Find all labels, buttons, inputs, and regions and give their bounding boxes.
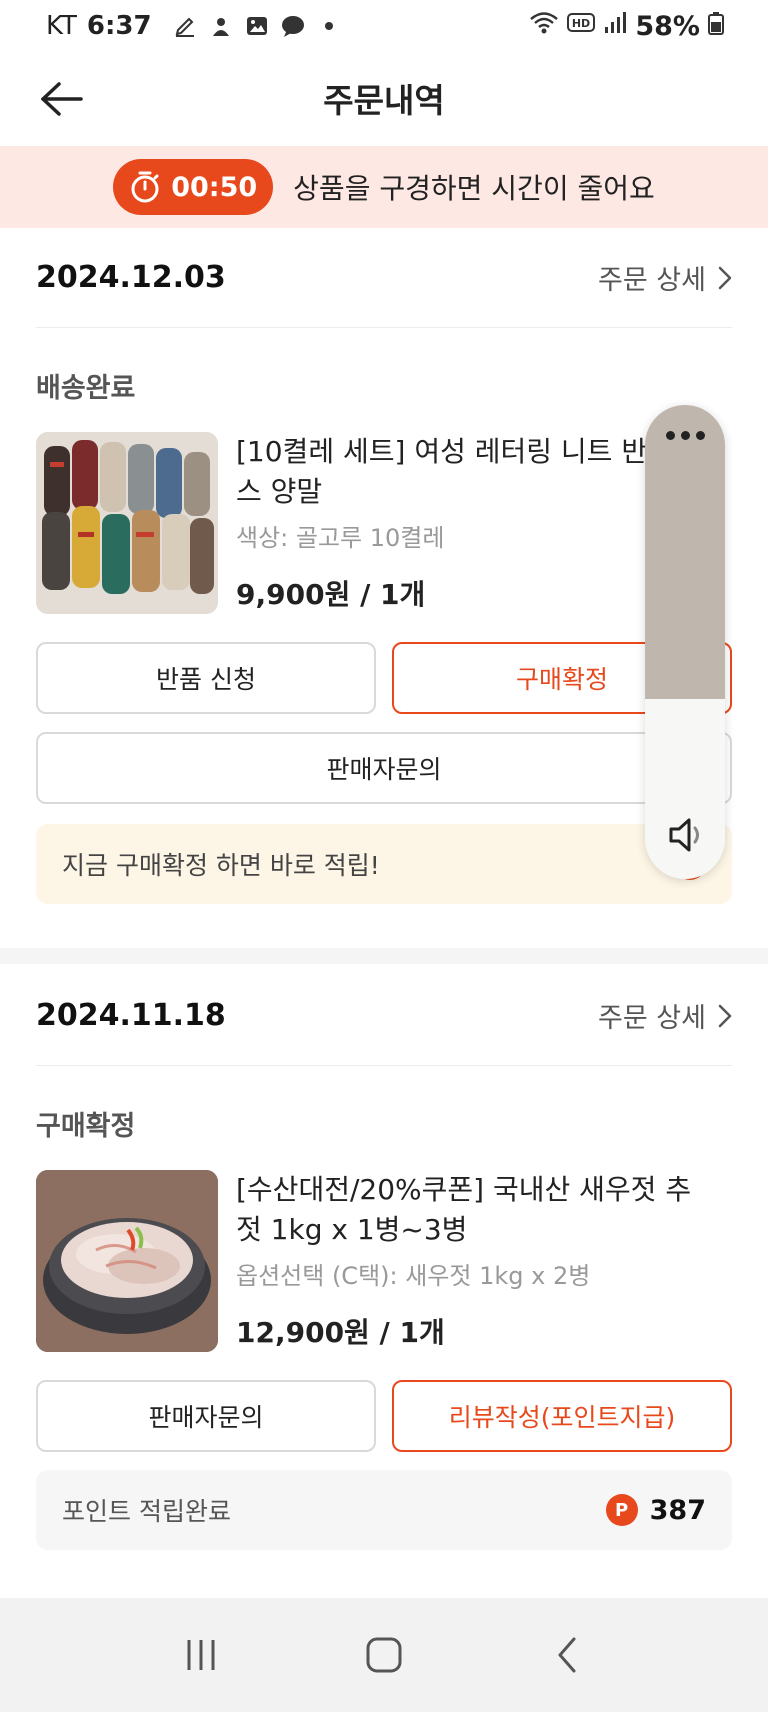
page-title: 주문내역 bbox=[323, 81, 445, 120]
status-bar: KT 6:37 HD 58% bbox=[0, 0, 768, 52]
carrier-label: KT bbox=[46, 11, 77, 41]
seller-inquiry-button[interactable]: 판매자문의 bbox=[36, 732, 732, 804]
wifi-icon bbox=[529, 10, 559, 43]
order-detail-label: 주문 상세 bbox=[598, 1003, 706, 1034]
timer-badge: 00:50 bbox=[113, 159, 274, 215]
svg-text:HD: HD bbox=[572, 17, 590, 30]
order-status: 배송완료 bbox=[36, 373, 136, 404]
chevron-right-icon bbox=[718, 1004, 732, 1027]
product-name-line2: 젓 1kg x 1병~3병 bbox=[236, 1213, 468, 1246]
product-option: 옵션선택 (C택): 새우젓 1kg x 2병 bbox=[236, 1262, 591, 1290]
arrow-left-icon bbox=[41, 82, 83, 116]
points-hint-box: 지금 구매확정 하면 바로 적립! P bbox=[36, 824, 732, 904]
home-button[interactable] bbox=[354, 1625, 414, 1685]
product-image[interactable] bbox=[36, 1170, 218, 1352]
product-price: 9,900원 / 1개 bbox=[236, 578, 426, 611]
order-status: 구매확정 bbox=[36, 1111, 136, 1142]
order-header: 2024.11.18 주문 상세 bbox=[36, 966, 732, 1066]
home-icon bbox=[366, 1637, 402, 1673]
order-card: 2024.11.18 주문 상세 구매확정 [수산대전/20%쿠폰] 국내산 새… bbox=[0, 966, 768, 1586]
write-review-button[interactable]: 리뷰작성(포인트지급) bbox=[392, 1380, 732, 1452]
points-earned-right: P 387 bbox=[605, 1494, 706, 1526]
speaker-icon[interactable] bbox=[663, 811, 711, 859]
dot-icon bbox=[316, 13, 342, 39]
timer-banner[interactable]: 00:50 상품을 구경하면 시간이 줄어요 bbox=[0, 146, 768, 228]
return-request-button[interactable]: 반품 신청 bbox=[36, 642, 376, 714]
app-bar: 주문내역 bbox=[0, 52, 768, 144]
recent-apps-icon bbox=[187, 1640, 215, 1670]
order-detail-link[interactable]: 주문 상세 bbox=[598, 996, 732, 1035]
points-hint-text: 지금 구매확정 하면 바로 적립! bbox=[62, 851, 380, 880]
point-icon: P bbox=[605, 1494, 638, 1526]
timer-value: 00:50 bbox=[171, 171, 258, 203]
battery-icon bbox=[708, 11, 724, 42]
edit-icon bbox=[172, 13, 198, 39]
product-name-line1: [수산대전/20%쿠폰] 국내산 새우젓 추 bbox=[236, 1173, 692, 1206]
chat-icon bbox=[280, 13, 306, 39]
product-price: 12,900원 / 1개 bbox=[236, 1316, 445, 1349]
seller-inquiry-button[interactable]: 판매자문의 bbox=[36, 1380, 376, 1452]
section-divider bbox=[0, 948, 768, 964]
more-dots-icon[interactable] bbox=[645, 431, 725, 440]
back-nav-icon bbox=[558, 1637, 576, 1673]
back-nav-button[interactable] bbox=[537, 1625, 597, 1685]
product-image[interactable] bbox=[36, 432, 218, 614]
system-nav-bar bbox=[0, 1598, 768, 1712]
order-date: 2024.11.18 bbox=[36, 998, 226, 1033]
status-right: HD 58% bbox=[529, 10, 724, 43]
recent-apps-button[interactable] bbox=[171, 1625, 231, 1685]
back-button[interactable] bbox=[36, 74, 86, 124]
points-earned-text: 포인트 적립완료 bbox=[62, 1497, 231, 1526]
stopwatch-icon bbox=[131, 171, 159, 203]
order-detail-label: 주문 상세 bbox=[598, 265, 706, 296]
timer-message: 상품을 구경하면 시간이 줄어요 bbox=[293, 172, 655, 205]
battery-percent: 58% bbox=[635, 10, 700, 42]
clock: 6:37 bbox=[86, 11, 152, 41]
signal-icon bbox=[603, 11, 627, 42]
order-date: 2024.12.03 bbox=[36, 260, 226, 295]
volume-level-fill[interactable] bbox=[645, 405, 725, 699]
product-option: 색상: 골고루 10켤레 bbox=[236, 524, 445, 552]
product-name[interactable]: [수산대전/20%쿠폰] 국내산 새우젓 추 젓 1kg x 1병~3병 bbox=[236, 1170, 726, 1250]
status-left: KT 6:37 bbox=[46, 11, 342, 41]
assistant-icon bbox=[208, 13, 234, 39]
chevron-right-icon bbox=[718, 266, 732, 289]
hd-icon: HD bbox=[567, 11, 596, 42]
order-header: 2024.12.03 주문 상세 bbox=[36, 228, 732, 328]
points-value: 387 bbox=[649, 1494, 706, 1526]
volume-panel[interactable] bbox=[645, 405, 725, 879]
order-detail-link[interactable]: 주문 상세 bbox=[598, 258, 732, 297]
points-earned-box: 포인트 적립완료 P 387 bbox=[36, 1470, 732, 1550]
gallery-icon bbox=[244, 13, 270, 39]
